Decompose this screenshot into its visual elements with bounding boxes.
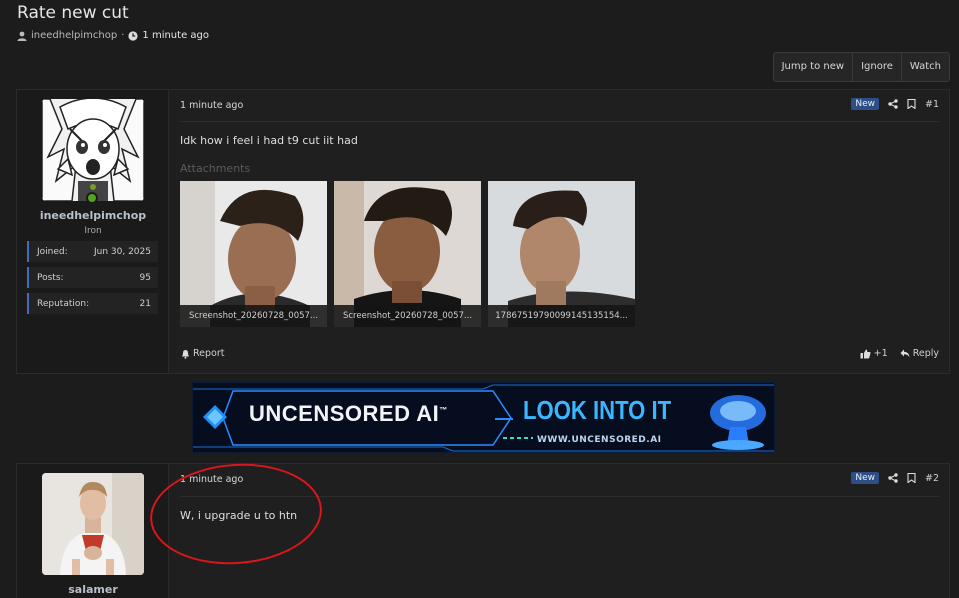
attachment-caption: Screenshot_20260728_0057... (334, 305, 481, 327)
thread-actions: Jump to new Ignore Watch (772, 52, 950, 82)
thread-author-link[interactable]: ineedhelpimchop (31, 30, 117, 41)
ad-banner[interactable]: UNCENSORED AI™ LOOK INTO IT WWW.UNCENSOR… (192, 382, 775, 453)
post-footer-actions: +1 Reply (860, 348, 939, 359)
reply-button[interactable]: Reply (900, 348, 939, 359)
attachment-caption: Screenshot_20260728_0057... (180, 305, 327, 327)
ad-brain-icon (710, 395, 766, 450)
post-message: W, i upgrade u to htn (180, 509, 298, 522)
ignore-button[interactable]: Ignore (853, 53, 902, 81)
reply-icon (900, 349, 910, 358)
bookmark-icon[interactable] (907, 473, 916, 483)
reaction-button[interactable]: +1 (860, 348, 888, 359)
stat-label: Posts: (37, 272, 64, 283)
stat-value: Jun 30, 2025 (93, 246, 151, 257)
report-link[interactable]: Report (181, 348, 225, 359)
post-body: 1 minute ago New #1 Idk how i feel i had… (169, 90, 949, 373)
post-number[interactable]: #2 (925, 473, 939, 484)
page-title: Rate new cut (17, 3, 129, 23)
reaction-count: +1 (873, 348, 888, 359)
anime-avatar-image (42, 99, 144, 201)
post-header-divider (180, 121, 939, 122)
share-icon[interactable] (888, 99, 898, 109)
jump-to-new-button[interactable]: Jump to new (774, 53, 854, 81)
ad-brand-text: UNCENSORED AI™ (249, 401, 448, 427)
post-user-column: ineedhelpimchop Iron Joined: Jun 30, 202… (17, 90, 169, 373)
thread-time[interactable]: 1 minute ago (142, 30, 209, 41)
meta-separator: · (121, 30, 125, 41)
stat-value: 95 (139, 272, 151, 283)
stat-value: 21 (139, 298, 151, 309)
clock-icon (128, 30, 139, 41)
ad-cta-text: LOOK INTO IT (523, 395, 672, 425)
post-1: ineedhelpimchop Iron Joined: Jun 30, 202… (16, 89, 950, 374)
post-header-actions: New #1 (851, 98, 939, 110)
post-header-divider (180, 496, 939, 497)
ad-trademark: ™ (439, 405, 448, 415)
avatar[interactable] (42, 99, 144, 201)
report-label: Report (193, 348, 225, 359)
post-time[interactable]: 1 minute ago (180, 474, 243, 485)
post-2: salamer 1 minute ago New #2 W, i upgrade… (16, 463, 950, 598)
post-message: Idk how i feel i had t9 cut iit had (180, 134, 358, 147)
new-badge: New (851, 472, 879, 484)
thread-meta: ineedhelpimchop · 1 minute ago (17, 30, 209, 41)
attachment-thumbnail[interactable]: Screenshot_20260728_0057... (334, 181, 481, 327)
user-title: Iron (84, 226, 102, 236)
ad-url-text: WWW.UNCENSORED.AI (537, 435, 662, 445)
person-avatar-image (42, 473, 144, 575)
attachments-label: Attachments (180, 162, 251, 175)
ad-brand-name: UNCENSORED AI (249, 401, 440, 426)
new-badge: New (851, 98, 879, 110)
ad-diamond-icon (203, 405, 227, 429)
share-icon[interactable] (888, 473, 898, 483)
attachment-thumbnail[interactable]: Screenshot_20260728_0057... (180, 181, 327, 327)
stat-label: Reputation: (37, 298, 90, 309)
avatar[interactable] (42, 473, 144, 575)
post-body: 1 minute ago New #2 W, i upgrade u to ht… (169, 464, 949, 598)
post-number[interactable]: #1 (925, 99, 939, 110)
attachment-thumbnail[interactable]: 17867519790099145135154... (488, 181, 635, 327)
bell-icon (182, 349, 189, 359)
post-header-actions: New #2 (851, 472, 939, 484)
user-icon (17, 31, 27, 41)
stat-label: Joined: (37, 246, 68, 257)
post-username[interactable]: salamer (17, 583, 169, 596)
attachment-caption: 17867519790099145135154... (488, 305, 635, 327)
stat-joined: Joined: Jun 30, 2025 (27, 241, 158, 262)
watch-button[interactable]: Watch (902, 53, 949, 81)
post-user-column: salamer (17, 464, 169, 598)
stat-posts: Posts: 95 (27, 267, 158, 288)
stat-reputation: Reputation: 21 (27, 293, 158, 314)
thumbs-up-icon (860, 349, 871, 358)
reply-label: Reply (912, 348, 939, 359)
post-time[interactable]: 1 minute ago (180, 100, 243, 111)
post-username[interactable]: ineedhelpimchop (17, 209, 169, 222)
bookmark-icon[interactable] (907, 99, 916, 109)
online-status-indicator (86, 192, 98, 204)
